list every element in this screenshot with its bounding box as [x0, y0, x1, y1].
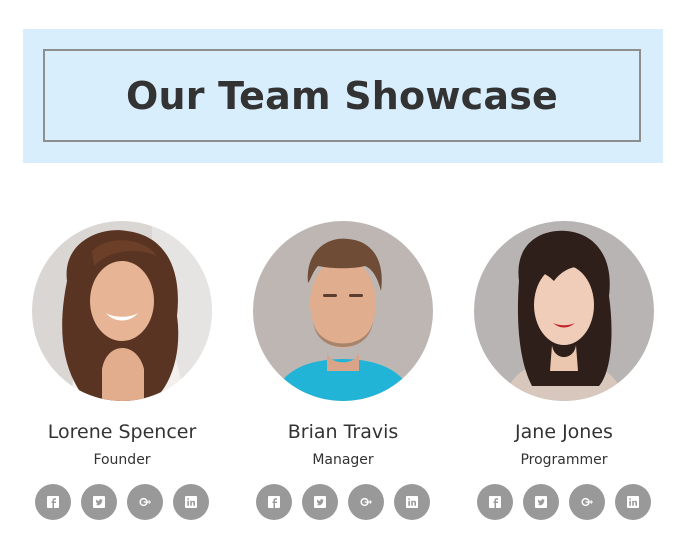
google-plus-link[interactable]: [569, 484, 605, 520]
header-frame: Our Team Showcase: [43, 49, 641, 142]
team-member-card: Lorene Spencer Founder: [32, 221, 212, 520]
team-member-card: Brian Travis Manager: [253, 221, 433, 520]
google-plus-link[interactable]: [127, 484, 163, 520]
member-name: Jane Jones: [515, 421, 613, 443]
linkedin-icon: [627, 496, 639, 508]
google-plus-icon: [139, 497, 151, 507]
avatar: [32, 221, 212, 401]
linkedin-link[interactable]: [615, 484, 651, 520]
linkedin-link[interactable]: [394, 484, 430, 520]
avatar: [253, 221, 433, 401]
google-plus-icon: [581, 497, 593, 507]
twitter-icon: [535, 496, 547, 508]
twitter-link[interactable]: [81, 484, 117, 520]
google-plus-icon: [360, 497, 372, 507]
linkedin-link[interactable]: [173, 484, 209, 520]
social-links: [474, 484, 654, 520]
social-links: [253, 484, 433, 520]
linkedin-icon: [406, 496, 418, 508]
twitter-link[interactable]: [523, 484, 559, 520]
member-role: Manager: [312, 452, 374, 468]
facebook-icon: [47, 496, 59, 508]
member-role: Programmer: [520, 452, 608, 468]
linkedin-icon: [185, 496, 197, 508]
member-name: Lorene Spencer: [47, 421, 197, 443]
header-banner: Our Team Showcase: [23, 29, 663, 163]
member-role: Founder: [93, 452, 151, 468]
facebook-link[interactable]: [256, 484, 292, 520]
facebook-link[interactable]: [35, 484, 71, 520]
avatar: [474, 221, 654, 401]
facebook-icon: [489, 496, 501, 508]
social-links: [32, 484, 212, 520]
facebook-icon: [268, 496, 280, 508]
twitter-icon: [93, 496, 105, 508]
twitter-icon: [314, 496, 326, 508]
team-member-card: Jane Jones Programmer: [474, 221, 654, 520]
member-name: Brian Travis: [287, 421, 399, 443]
google-plus-link[interactable]: [348, 484, 384, 520]
twitter-link[interactable]: [302, 484, 338, 520]
page-title: Our Team Showcase: [125, 73, 559, 118]
facebook-link[interactable]: [477, 484, 513, 520]
